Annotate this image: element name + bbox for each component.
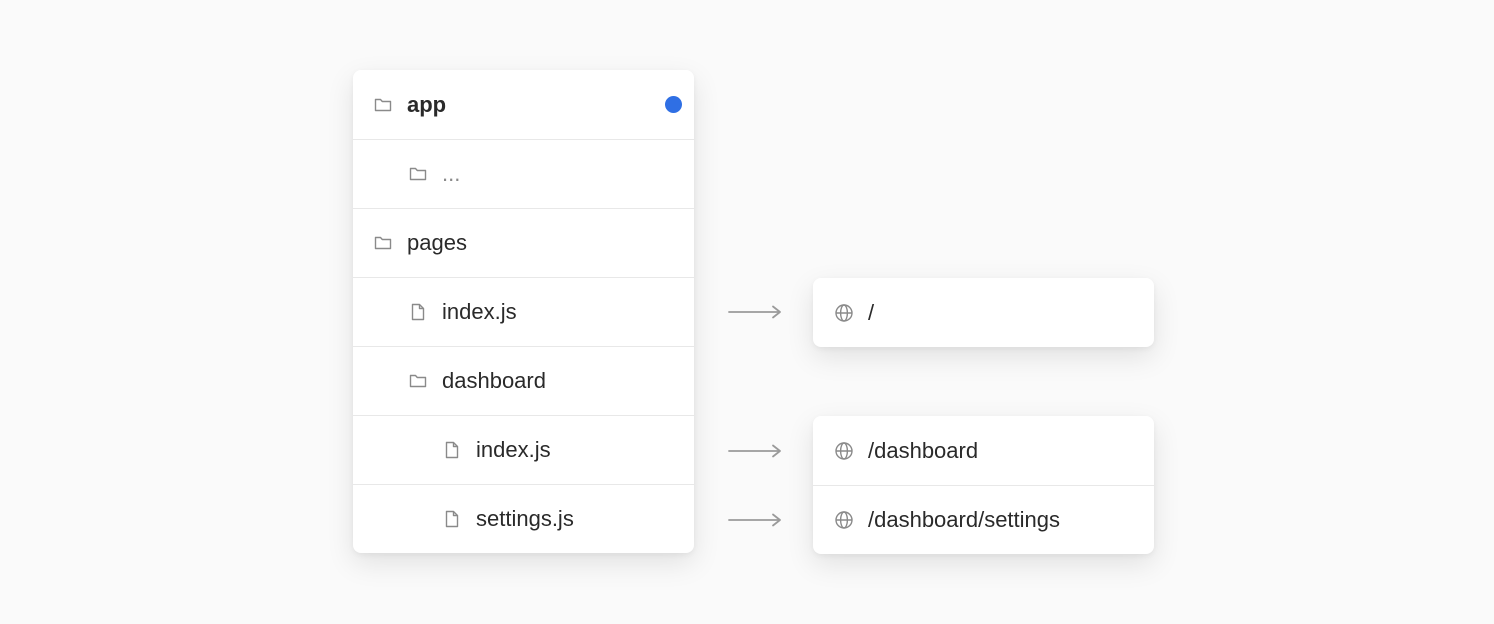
route-card-root: / [813,278,1154,347]
file-tree-panel: app ... pages index.js dashboard index.j… [353,70,694,553]
file-icon [442,440,462,460]
tree-item-label: ... [442,161,461,186]
arrow-right-icon [728,305,782,319]
tree-item-label: settings.js [476,506,574,531]
status-dot [665,96,682,113]
tree-item-settings-file[interactable]: settings.js [353,484,694,553]
tree-item-pages-folder[interactable]: pages [353,208,694,277]
globe-icon [834,441,854,461]
file-icon [442,509,462,529]
tree-item-label: dashboard [442,368,546,393]
file-icon [408,302,428,322]
route-path: /dashboard/settings [868,507,1061,532]
arrow-right-icon [728,513,782,527]
route-card-dashboard: /dashboard /dashboard/settings [813,416,1154,554]
route-item-dashboard[interactable]: /dashboard [813,416,1154,485]
tree-item-label: app [407,91,447,117]
globe-icon [834,303,854,323]
tree-item-dashboard-folder[interactable]: dashboard [353,346,694,415]
tree-item-pages-index-file[interactable]: index.js [353,277,694,346]
tree-item-app-folder[interactable]: app [353,70,694,139]
arrow-right-icon [728,444,782,458]
route-path: /dashboard [868,437,979,463]
route-item-root[interactable]: / [813,278,1154,347]
tree-item-label: pages [407,230,467,255]
tree-item-label: index.js [442,299,517,324]
route-item-dashboard-settings[interactable]: /dashboard/settings [813,485,1154,554]
tree-item-ellipsis-folder[interactable]: ... [353,139,694,208]
folder-icon [408,371,428,391]
folder-icon [408,164,428,184]
globe-icon [834,510,854,530]
tree-item-label: index.js [476,437,551,462]
tree-item-dashboard-index-file[interactable]: index.js [353,415,694,484]
folder-icon [373,95,393,115]
route-path: / [868,299,875,325]
folder-icon [373,233,393,253]
